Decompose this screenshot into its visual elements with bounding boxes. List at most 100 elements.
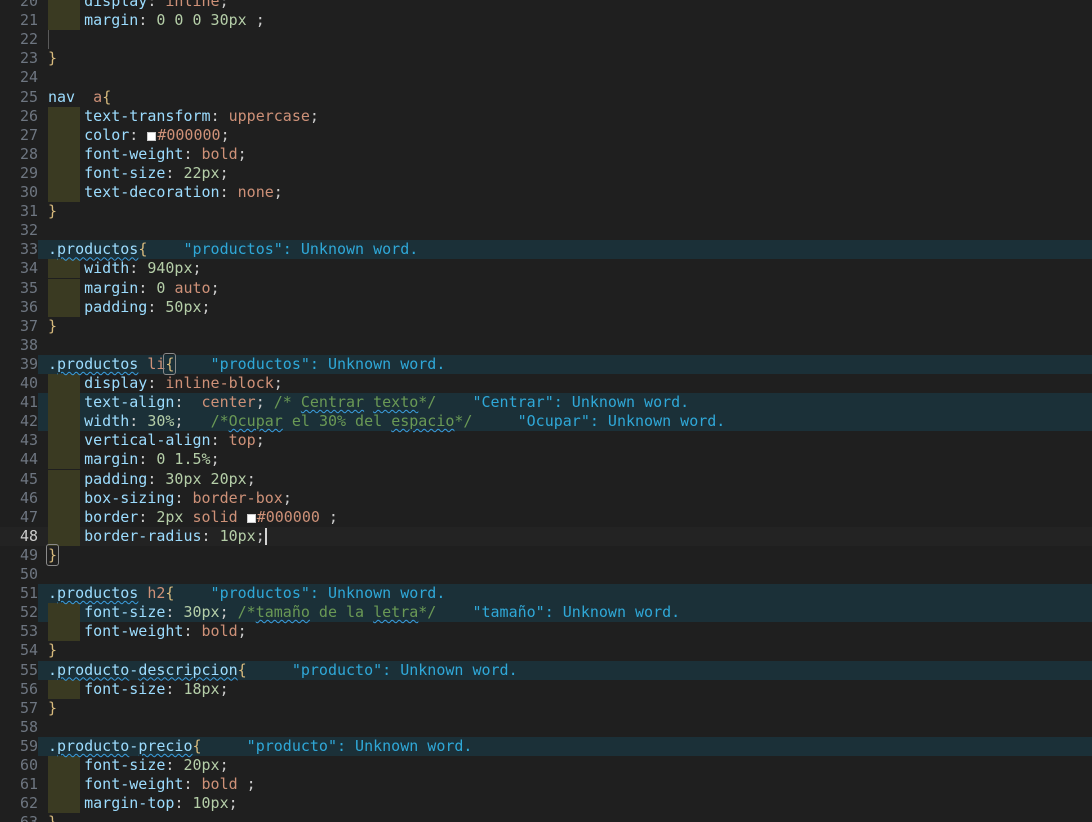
code-punctuation: : [210, 431, 229, 450]
color-swatch-icon[interactable] [147, 131, 157, 141]
code-line[interactable]: 46 box-sizing: border-box; [0, 488, 1092, 508]
code-line[interactable]: 30 text-decoration: none; [0, 183, 1092, 203]
code-line[interactable]: 54} [0, 641, 1092, 661]
css-selector: producto [57, 660, 130, 679]
css-number: 10px [219, 526, 256, 545]
css-property: margin [84, 11, 139, 30]
code-line[interactable]: 57} [0, 698, 1092, 718]
code-line[interactable]: 42 width: 30%; /*Ocupar el 30% del espac… [0, 412, 1092, 432]
code-line[interactable]: 29 font-size: 22px; [0, 163, 1092, 183]
code-line[interactable]: 55 .producto-descripcion{ "producto": Unk… [0, 660, 1092, 680]
code-line[interactable]: 34 width: 940px; [0, 259, 1092, 279]
line-number: 24 [0, 68, 38, 88]
code-punctuation [48, 0, 84, 10]
color-swatch-icon[interactable] [246, 513, 256, 523]
css-number: 30% [147, 412, 175, 431]
code-punctuation [48, 775, 84, 793]
code-comment: */ [418, 603, 437, 622]
code-line[interactable]: 41 text-align: center; /* Centrar texto*… [0, 393, 1092, 413]
line-number: 34 [0, 259, 38, 279]
code-punctuation: : [174, 794, 193, 813]
code-line[interactable]: 51 .productos h2{ "productos": Unknown wo… [0, 584, 1092, 604]
code-line[interactable]: 31} [0, 202, 1092, 222]
code-line[interactable]: 49} [0, 543, 1092, 566]
line-number: 49 [0, 545, 38, 565]
code-line[interactable]: 50 [0, 565, 1092, 585]
code-line[interactable]: 38 [0, 335, 1092, 355]
code-punctuation [48, 470, 84, 488]
code-line[interactable]: 44 margin: 0 1.5%; [0, 450, 1092, 470]
code-line[interactable]: 32 [0, 221, 1092, 241]
code-punctuation [48, 107, 84, 125]
code-line-content: nav a{ [48, 88, 111, 107]
css-number: 20px [183, 756, 220, 774]
css-number: 0 0 0 30px [156, 11, 247, 30]
code-punctuation [75, 88, 93, 106]
code-line[interactable]: 37} [0, 316, 1092, 336]
css-selector: precio [138, 736, 193, 755]
code-comment: el [282, 412, 319, 431]
code-line[interactable]: 25 nav a{ [0, 87, 1092, 107]
code-line[interactable]: 33 .productos{ "productos": Unknown word. [0, 240, 1092, 260]
code-line[interactable]: 39 .productos li{ "productos": Unknown wo… [0, 352, 1092, 375]
css-value: bold [201, 144, 238, 163]
code-line[interactable]: 45 padding: 30px 20px; [0, 469, 1092, 489]
code-line-content: vertical-align: top; [48, 431, 265, 450]
code-line[interactable]: 59 .producto-precio{ "producto": Unknown … [0, 736, 1092, 756]
css-property: color [84, 125, 130, 144]
css-value: uppercase [228, 106, 310, 125]
code-punctuation [48, 393, 84, 411]
code-line[interactable]: 22 [0, 30, 1092, 50]
code-line[interactable]: 35 margin: 0 auto; [0, 278, 1092, 298]
code-line[interactable]: 21 margin: 0 0 0 30px ; [0, 11, 1092, 31]
code-line[interactable]: 52 font-size: 30px; /*tamaño de la letra… [0, 603, 1092, 623]
code-punctuation: : [210, 106, 229, 125]
code-line-content: } [45, 543, 60, 566]
code-line[interactable]: 47 border: 2px solid #000000 ; [0, 507, 1092, 527]
code-line[interactable]: 63} [0, 813, 1092, 822]
code-line[interactable]: 62 margin-top: 10px; [0, 794, 1092, 814]
code-comment: texto [373, 393, 419, 412]
code-line-content: } [48, 813, 57, 822]
code-punctuation: : [138, 11, 157, 30]
css-number: 50px [165, 297, 202, 316]
css-brace: { [192, 736, 202, 755]
code-line[interactable]: 53 font-weight: bold; [0, 622, 1092, 642]
code-line[interactable]: 48 border-radius: 10px; [0, 526, 1092, 546]
line-number: 40 [0, 374, 38, 394]
line-number: 29 [0, 163, 38, 183]
css-selector: - [129, 660, 139, 679]
code-line[interactable]: 43 vertical-align: top; [0, 431, 1092, 451]
code-punctuation [48, 489, 84, 507]
line-number: 58 [0, 717, 38, 737]
bracket-match: } [45, 543, 60, 566]
code-punctuation: ; [228, 794, 238, 813]
code-line[interactable]: 40 display: inline-block; [0, 374, 1092, 394]
code-punctuation: ; [237, 144, 247, 163]
line-number: 59 [0, 736, 38, 756]
code-editor-viewport[interactable]: 20 display: inline; 21 margin: 0 0 0 30px… [0, 0, 1092, 822]
code-punctuation [48, 450, 84, 468]
code-comment: /* [237, 603, 256, 622]
code-line[interactable]: 24 [0, 68, 1092, 88]
code-line-content: text-align: center; /* Centrar texto*/ "… [48, 393, 689, 412]
code-line[interactable]: 36 padding: 50px; [0, 297, 1092, 317]
code-line[interactable]: 58 [0, 717, 1092, 737]
line-number: 54 [0, 641, 38, 661]
code-line[interactable]: 20 display: inline; [0, 0, 1092, 12]
code-comment: espacio [391, 412, 455, 431]
css-value: bold [201, 775, 238, 794]
code-comment: /* [210, 412, 229, 431]
code-line[interactable]: 28 font-weight: bold; [0, 144, 1092, 164]
css-selector: . [48, 240, 58, 259]
code-line[interactable]: 56 font-size: 18px; [0, 679, 1092, 699]
code-line[interactable]: 23} [0, 49, 1092, 69]
code-line[interactable]: 61 font-weight: bold ; [0, 775, 1092, 795]
code-punctuation: ; [273, 374, 283, 392]
css-number: 2px [156, 507, 193, 526]
code-line[interactable]: 27 color: #000000; [0, 125, 1092, 145]
code-line[interactable]: 60 font-size: 20px; [0, 756, 1092, 776]
code-line-content: width: 30%; /*Ocupar el 30% del espacio*… [48, 412, 725, 431]
code-line[interactable]: 26 text-transform: uppercase; [0, 106, 1092, 126]
code-punctuation: : [138, 278, 157, 297]
